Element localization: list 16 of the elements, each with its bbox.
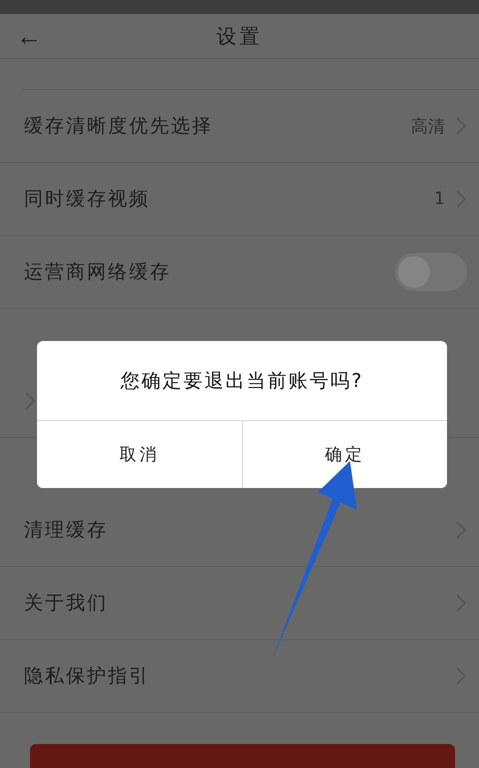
page-title: 设置 — [216, 22, 262, 50]
row-value: 高清 — [411, 116, 445, 138]
confirm-button[interactable]: 确定 — [242, 421, 447, 488]
row-label: 清理缓存 — [24, 518, 109, 543]
row-label: 隐私保护指引 — [24, 664, 151, 689]
settings-row[interactable]: 缓存清晰度优先选择 高清 — [0, 90, 479, 163]
settings-row[interactable]: 隐私保护指引 — [0, 640, 479, 713]
toggle-switch[interactable] — [395, 253, 467, 291]
back-button[interactable]: ← — [16, 23, 42, 49]
row-label: 运营商网络缓存 — [24, 260, 172, 285]
row-label: 同时缓存视频 — [24, 187, 151, 212]
chevron-icon — [24, 391, 36, 411]
settings-row[interactable]: 同时缓存视频 1 — [0, 163, 479, 236]
row-value: 1 — [434, 189, 445, 209]
row-label: 关于我们 — [24, 591, 109, 616]
row-label: 缓存清晰度优先选择 — [24, 114, 214, 139]
